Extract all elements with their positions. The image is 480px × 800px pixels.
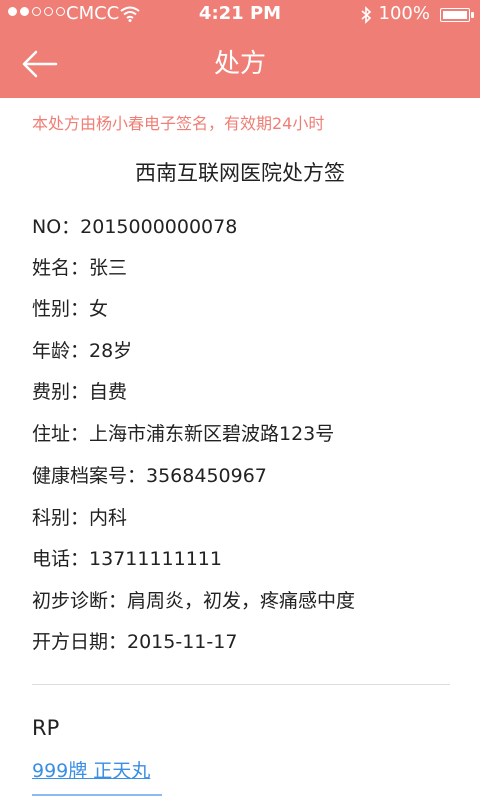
field-fee-type: 费别：自费: [32, 381, 128, 403]
field-department: 科别：内科: [32, 507, 128, 529]
field-name: 姓名：张三: [32, 257, 128, 279]
battery-icon: [440, 8, 474, 22]
battery-level: [443, 11, 467, 19]
drug-link[interactable]: 999牌 正天丸: [32, 758, 150, 784]
field-diagnosis: 初步诊断：肩周炎，初发，疼痛感中度: [32, 590, 356, 612]
app-header: CMCC 4:21 PM 100% 处方: [0, 0, 480, 98]
page-title: 处方: [213, 49, 266, 79]
next-drug-link-partial[interactable]: [32, 794, 162, 800]
field-address: 住址：上海市浦东新区碧波路123号: [32, 423, 335, 445]
field-phone: 电话：13711111111: [32, 548, 222, 570]
field-age: 年龄：28岁: [32, 340, 133, 362]
prescription-screen: CMCC 4:21 PM 100% 处方 本处方由杨小春电子签名，有效期24小时…: [0, 0, 480, 800]
bluetooth-icon: [361, 6, 372, 24]
field-gender: 性别：女: [32, 298, 109, 320]
signature-notice: 本处方由杨小春电子签名，有效期24小时: [32, 114, 325, 133]
field-health-record: 健康档案号：3568450967: [32, 465, 267, 487]
prescription-content: 本处方由杨小春电子签名，有效期24小时 西南互联网医院处方签 NO：201500…: [0, 98, 480, 800]
section-divider: [32, 684, 450, 685]
field-number: NO：2015000000078: [32, 216, 238, 238]
navigation-bar: 处方: [0, 30, 480, 98]
rp-label: RP: [32, 716, 60, 740]
prescription-title: 西南互联网医院处方签: [135, 161, 345, 185]
field-prescription-date: 开方日期：2015-11-17: [32, 631, 238, 653]
status-bar: CMCC 4:21 PM 100%: [0, 0, 480, 30]
battery-percent: 100%: [378, 3, 430, 24]
